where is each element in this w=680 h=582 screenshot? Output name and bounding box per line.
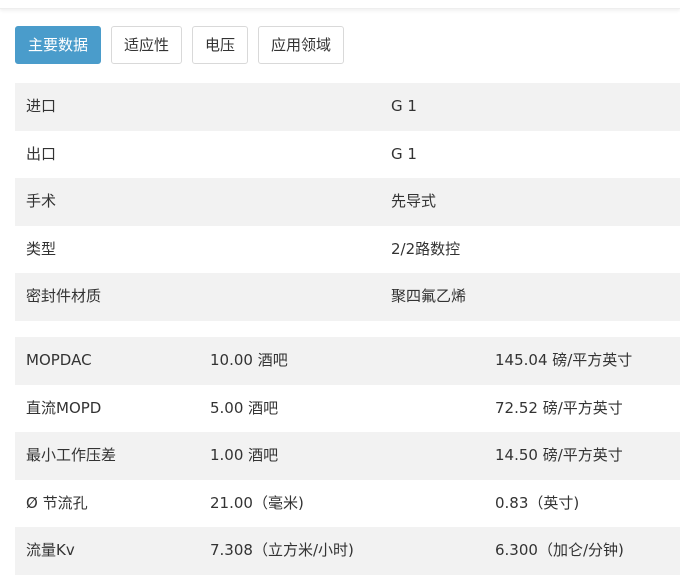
property-value: 先导式 [391, 192, 437, 211]
property-label: 出口 [26, 144, 57, 163]
spec-label: 最小工作压差 [26, 446, 117, 465]
property-label: 手术 [26, 192, 57, 211]
property-label: 类型 [26, 239, 57, 258]
property-row: 类型 2/2路数控 [15, 225, 680, 274]
properties-table: 进口 G 1 出口 G 1 手术 先导式 类型 2/2路数控 密封件材质 聚四氟… [15, 83, 680, 321]
property-value: 聚四氟乙烯 [391, 287, 467, 306]
spec-row: Ø 节流孔 21.00（毫米) 0.83（英寸) [15, 479, 680, 528]
property-row: 出口 G 1 [15, 130, 680, 179]
spec-row: 直流MOPD 5.00 酒吧 72.52 磅/平方英寸 [15, 384, 680, 433]
spec-row: MOPDAC 10.00 酒吧 145.04 磅/平方英寸 [15, 337, 680, 385]
spec-label: 流量Kv [26, 541, 75, 560]
tab-bar: 主要数据 适应性 电压 应用领域 [15, 26, 345, 64]
tab-voltage[interactable]: 电压 [192, 26, 249, 64]
spec-label: MOPDAC [26, 351, 92, 369]
spec-row: 最小工作压差 1.00 酒吧 14.50 磅/平方英寸 [15, 432, 680, 480]
property-row: 密封件材质 聚四氟乙烯 [15, 273, 680, 321]
tab-suitability[interactable]: 适应性 [111, 26, 183, 64]
spec-metric-value: 1.00 酒吧 [210, 446, 279, 465]
spec-metric-value: 21.00（毫米) [210, 493, 304, 512]
spec-imperial-value: 6.300（加仑/分钟) [495, 541, 624, 560]
specs-table: MOPDAC 10.00 酒吧 145.04 磅/平方英寸 直流MOPD 5.0… [15, 337, 680, 575]
property-value: 2/2路数控 [391, 239, 461, 258]
property-value: G 1 [391, 97, 417, 115]
spec-imperial-value: 0.83（英寸) [495, 493, 580, 512]
spec-imperial-value: 72.52 磅/平方英寸 [495, 398, 623, 417]
spec-metric-value: 5.00 酒吧 [210, 398, 279, 417]
spec-label: Ø 节流孔 [26, 493, 88, 512]
property-value: G 1 [391, 144, 417, 163]
spec-imperial-value: 145.04 磅/平方英寸 [495, 351, 633, 369]
property-label: 密封件材质 [26, 287, 102, 306]
property-label: 进口 [26, 97, 57, 115]
tab-applications[interactable]: 应用领域 [258, 26, 345, 64]
spec-label: 直流MOPD [26, 398, 102, 417]
spec-metric-value: 7.308（立方米/小时) [210, 541, 354, 560]
property-row: 进口 G 1 [15, 83, 680, 131]
spec-metric-value: 10.00 酒吧 [210, 351, 288, 369]
tab-main-data[interactable]: 主要数据 [15, 26, 102, 64]
property-row: 手术 先导式 [15, 178, 680, 226]
top-divider [0, 0, 680, 9]
spec-imperial-value: 14.50 磅/平方英寸 [495, 446, 623, 465]
spec-row: 流量Kv 7.308（立方米/小时) 6.300（加仑/分钟) [15, 527, 680, 575]
